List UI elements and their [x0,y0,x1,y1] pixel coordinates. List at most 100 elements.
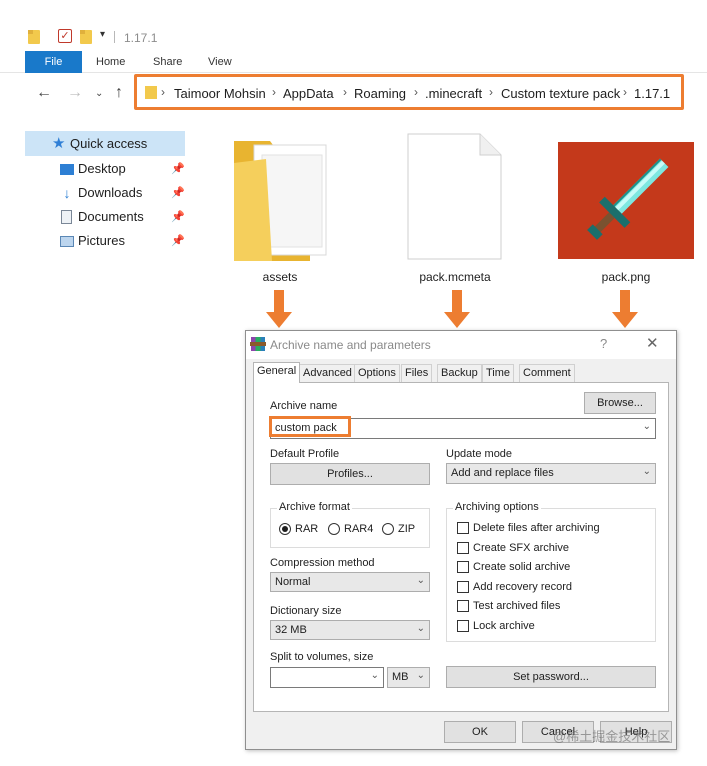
dialog-title: Archive name and parameters [270,338,431,352]
file-name: pack.png [601,270,651,284]
update-mode-select[interactable]: Add and replace files ⌄ [446,463,656,484]
sidebar-item-documents[interactable]: Documents 📌 [25,205,185,229]
tab-view[interactable]: View [208,51,232,73]
archive-format-group: Archive format RAR RAR4 ZIP [270,501,430,548]
tab-home[interactable]: Home [96,51,125,73]
default-profile-label: Default Profile [270,448,340,460]
dictionary-size-select[interactable]: 32 MB ⌄ [270,620,430,640]
checkbox-recovery[interactable] [457,581,469,593]
checkbox-label: Delete files after archiving [473,522,600,534]
radio-rar[interactable] [279,523,291,535]
browse-button[interactable]: Browse... [584,392,656,414]
breadcrumb-item[interactable]: Roaming [354,86,406,101]
pin-icon[interactable]: 📌 [171,210,185,223]
tab-options[interactable]: Options [354,364,400,383]
radio-label: RAR [295,523,319,535]
file-item-pack-png[interactable]: pack.png [556,133,696,293]
pin-icon[interactable]: 📌 [171,162,185,175]
file-item-assets[interactable]: assets [210,133,350,293]
pin-icon[interactable]: 📌 [171,234,185,247]
compression-method-select[interactable]: Normal ⌄ [270,572,430,592]
pin-icon[interactable]: 📌 [171,186,185,199]
tab-share[interactable]: Share [153,51,182,73]
breadcrumb-item[interactable]: AppData [283,86,334,101]
checkbox-sfx[interactable] [457,542,469,554]
arrow-down-icon [444,290,470,328]
forward-icon[interactable]: → [67,84,83,102]
pictures-icon [60,236,74,247]
checkbox-test[interactable] [457,600,469,612]
divider [114,31,115,43]
downloads-icon: ↓ [63,185,71,201]
checkbox-solid[interactable] [457,561,469,573]
navigation-bar: ← → ⌄ ↑ › Taimoor Mohsin › AppData › Roa… [0,74,707,114]
tab-advanced[interactable]: Advanced [299,364,356,383]
file-item-pack-mcmeta[interactable]: pack.mcmeta [385,133,525,293]
split-unit-select[interactable]: MB ⌄ [387,667,430,688]
folder-icon [234,141,327,261]
tab-comment[interactable]: Comment [519,364,575,383]
checkbox-delete-files[interactable] [457,522,469,534]
tab-files[interactable]: Files [401,364,433,383]
chevron-right-icon[interactable]: › [343,85,347,99]
address-bar[interactable]: › Taimoor Mohsin › AppData › Roaming › .… [134,74,684,110]
update-mode-value: Add and replace files [451,467,554,479]
chevron-down-icon[interactable]: ⌄ [643,421,651,432]
sidebar-item-pictures[interactable]: Pictures 📌 [25,229,185,253]
window-title: 1.17.1 [124,31,158,45]
split-volumes-input[interactable]: ⌄ [270,667,384,688]
recent-locations-icon[interactable]: ⌄ [95,88,103,99]
checkbox-label: Create SFX archive [473,542,569,554]
chevron-right-icon[interactable]: › [623,85,627,99]
breadcrumb-item[interactable]: Taimoor Mohsin [174,86,266,101]
ribbon-tabs: File Home Share View [0,51,707,73]
folder-icon [145,86,157,99]
archiving-options-label: Archiving options [453,501,541,513]
up-icon[interactable]: ↑ [115,84,123,102]
chevron-right-icon[interactable]: › [272,85,276,99]
chevron-down-icon[interactable]: ⌄ [371,670,379,681]
general-panel: Archive name Browse... custom pack ⌄ Def… [253,382,669,712]
ok-button[interactable]: OK [444,721,516,743]
sidebar-item-downloads[interactable]: ↓ Downloads 📌 [25,181,185,205]
sidebar-item-quick-access[interactable]: ★ Quick access [25,131,185,156]
file-name: pack.mcmeta [419,270,491,284]
properties-icon[interactable]: ✓ [58,29,72,43]
close-icon[interactable]: ✕ [646,334,659,352]
radio-rar4[interactable] [328,523,340,535]
chevron-right-icon[interactable]: › [489,85,493,99]
set-password-button[interactable]: Set password... [446,666,656,688]
window-title-bar: ✓ ▾ 1.17.1 [0,26,707,50]
back-icon[interactable]: ← [36,84,52,102]
tab-backup[interactable]: Backup [437,364,482,383]
dictionary-size-value: 32 MB [275,624,307,636]
checkbox-lock[interactable] [457,620,469,632]
sidebar-item-label: Downloads [78,185,143,200]
watermark: @稀土掘金技术社区 [553,729,671,744]
radio-zip[interactable] [382,523,394,535]
tab-general[interactable]: General [253,362,301,383]
help-icon[interactable]: ? [600,336,607,351]
desktop-icon [60,164,74,175]
archive-name-label: Archive name [270,400,338,412]
compression-method-value: Normal [275,576,311,588]
breadcrumb-item[interactable]: Custom texture pack [501,86,620,101]
breadcrumb-item[interactable]: .minecraft [425,86,482,101]
split-volumes-label: Split to volumes, size [270,651,374,663]
split-unit-value: MB [392,671,409,683]
chevron-down-icon: ⌄ [642,466,651,477]
customize-toolbar-icon[interactable]: ▾ [100,29,105,40]
sidebar-item-label: Quick access [70,136,148,151]
sidebar-item-desktop[interactable]: Desktop 📌 [25,157,185,181]
chevron-right-icon[interactable]: › [414,85,418,99]
sidebar-item-label: Pictures [78,233,125,248]
new-folder-icon[interactable] [80,30,92,44]
tab-file[interactable]: File [25,51,82,73]
tab-time[interactable]: Time [482,364,515,383]
chevron-right-icon[interactable]: › [161,85,165,99]
arrow-down-icon [612,290,638,328]
breadcrumb-item[interactable]: 1.17.1 [634,86,670,101]
profiles-button[interactable]: Profiles... [270,463,430,485]
archiving-options-group: Archiving options Delete files after arc… [446,501,656,642]
file-name: assets [262,270,298,284]
